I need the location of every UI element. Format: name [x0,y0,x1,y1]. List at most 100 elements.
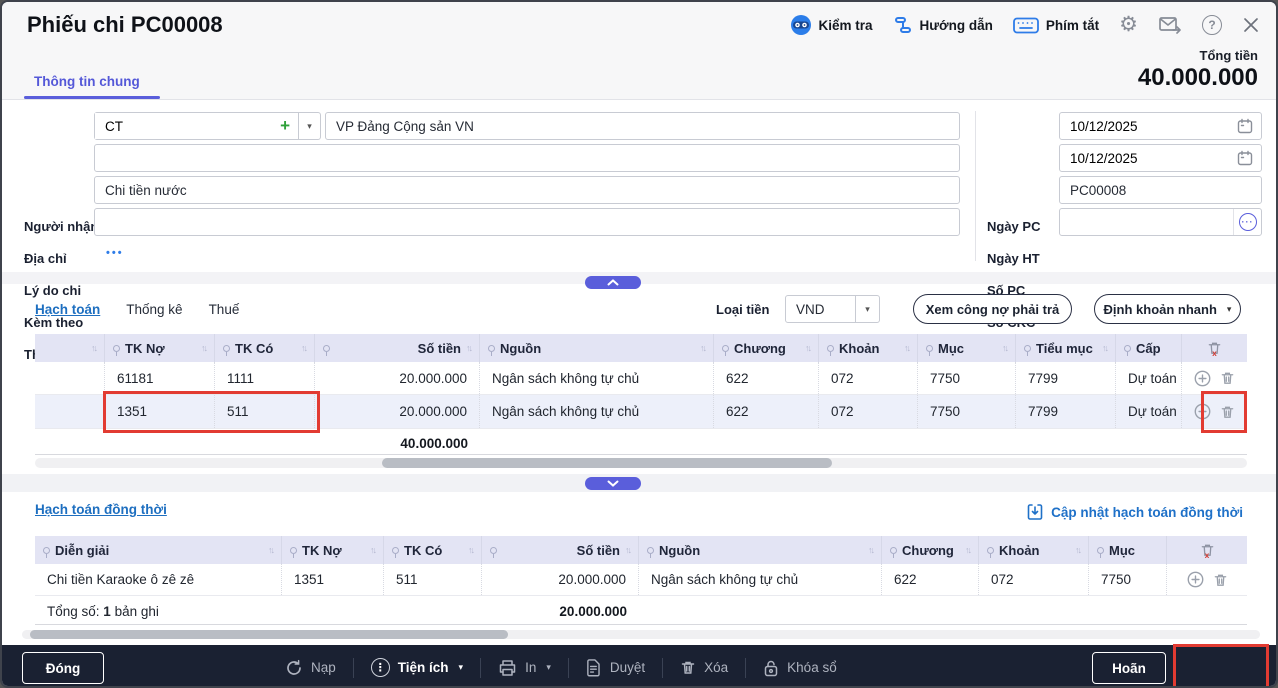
tab-thong-ke[interactable]: Thống kê [126,302,182,317]
pin-icon[interactable] [290,547,297,554]
column-header-khoan[interactable]: Khoản↑↓ [819,334,918,362]
sort-icon[interactable]: ↑↓ [301,343,306,353]
pin-icon[interactable] [488,345,495,352]
pin-icon[interactable] [827,345,834,352]
column-header-tieu-muc[interactable]: Tiểu mục↑↓ [1016,334,1116,362]
column-header-muc[interactable]: Mục [1089,536,1167,564]
column-header-chuong[interactable]: Chương↑↓ [714,334,819,362]
cell-tk-no[interactable]: 1351 [105,395,215,428]
concurrent-section-title[interactable]: Hạch toán đồng thời [35,502,167,517]
pin-icon[interactable] [722,345,729,352]
column-header-muc[interactable]: Mục↑↓ [918,334,1016,362]
reload-button[interactable]: Nạp [285,659,336,677]
pin-icon[interactable] [43,547,50,554]
column-header-tk-co[interactable]: TK Có↑↓ [215,334,315,362]
cell-nguon[interactable]: Ngân sách không tự chủ [639,564,882,595]
cell-so-tien[interactable]: 20.000.000 [315,395,480,428]
tab-hach-toan[interactable]: Hạch toán [35,302,100,317]
lock-button[interactable]: Khóa sổ [763,659,837,677]
sort-icon[interactable]: ↑↓ [370,545,375,555]
scrollbar-thumb[interactable] [382,458,832,468]
cell-tieu-muc[interactable]: 7799 [1016,395,1116,428]
pin-icon[interactable] [926,345,933,352]
sort-icon[interactable]: ↑↓ [868,545,873,555]
cell-tk-co[interactable]: 511 [384,564,482,595]
pin-icon[interactable] [113,345,120,352]
pin-icon[interactable] [1124,345,1131,352]
view-payable-button[interactable]: Xem công nợ phải trả [913,294,1072,324]
tab-general-info[interactable]: Thông tin chung [34,74,140,89]
column-header-delete[interactable]: x [1167,536,1247,564]
quick-entry-button[interactable]: Định khoản nhanh ▾ [1094,294,1241,324]
cell-tk-no[interactable]: 61181 [105,362,215,394]
check-button[interactable]: Kiểm tra [790,14,873,36]
cell-nguon[interactable]: Ngân sách không tự chủ [480,395,714,428]
column-header-khoan[interactable]: Khoản↑↓ [979,536,1089,564]
print-button[interactable]: In ▾ [498,659,551,677]
delete-row-icon[interactable] [1220,404,1235,420]
pin-icon[interactable] [490,547,497,554]
cell-tk-co[interactable]: 511 [215,395,315,428]
add-recipient-icon[interactable]: + [280,113,298,139]
pin-icon[interactable] [392,547,399,554]
cell-chuong[interactable]: 622 [882,564,979,595]
delete-row-icon[interactable] [1213,572,1228,588]
shortcut-button[interactable]: Phím tắt [1013,17,1099,34]
sort-icon[interactable]: ↑↓ [805,343,810,353]
sort-icon[interactable]: ↑↓ [1002,343,1007,353]
recipient-name-input[interactable] [325,112,960,140]
cell-cap[interactable]: Dự toán [1116,395,1182,428]
collapse-up-button[interactable] [585,276,641,289]
sort-icon[interactable]: ↑↓ [91,343,96,353]
sort-icon[interactable]: ↑↓ [700,343,705,353]
update-concurrent-link[interactable]: Cập nhật hạch toán đồng thời [1027,503,1243,521]
add-row-icon[interactable] [1194,370,1211,387]
scrollbar-thumb[interactable] [30,630,508,639]
cell-muc[interactable]: 7750 [1089,564,1167,595]
column-header-tk-no[interactable]: TK Nợ↑↓ [282,536,384,564]
utilities-button[interactable]: ⋮ Tiện ích ▾ [371,658,463,677]
column-header-chuong[interactable]: Chương↑↓ [882,536,979,564]
voucher-number-input[interactable] [1059,176,1262,204]
calendar-icon[interactable] [1237,118,1261,134]
pin-icon[interactable] [1024,345,1031,352]
add-row-icon[interactable] [1187,571,1204,588]
send-mail-icon[interactable] [1158,15,1182,35]
cell-so-tien[interactable]: 20.000.000 [315,362,480,394]
column-header-so-tien[interactable]: Số tiền↑↓ [482,536,639,564]
guide-button[interactable]: Hướng dẫn [893,15,993,35]
column-header-so-tien[interactable]: Số tiền↑↓ [315,334,480,362]
posting-date-input[interactable] [1060,151,1237,166]
sort-icon[interactable]: ↑↓ [466,343,471,353]
column-header-cap[interactable]: Cấp [1116,334,1182,362]
add-row-icon[interactable] [1194,403,1211,420]
column-header-dien-giai[interactable]: Diễn giải↑↓ [35,536,282,564]
cell-khoan[interactable]: 072 [979,564,1089,595]
column-header-delete[interactable]: x [1182,334,1247,362]
collapse-down-button[interactable] [585,477,641,490]
pin-icon[interactable] [890,547,897,554]
sort-icon[interactable]: ↑↓ [1075,545,1080,555]
sort-icon[interactable]: ↑↓ [468,545,473,555]
cell-so-tien[interactable]: 20.000.000 [482,564,639,595]
sort-icon[interactable]: ↑↓ [268,545,273,555]
delete-row-icon[interactable] [1220,370,1235,386]
currency-select[interactable]: VND ▾ [785,295,880,323]
cell-tk-no[interactable]: 1351 [282,564,384,595]
cell-chuong[interactable]: 622 [714,362,819,394]
column-header-select[interactable]: ↑↓ [35,334,105,362]
help-icon[interactable]: ? [1202,15,1222,35]
reason-input[interactable] [94,176,960,204]
sort-icon[interactable]: ↑↓ [965,545,970,555]
sort-icon[interactable]: ↑↓ [904,343,909,353]
sort-icon[interactable]: ↑↓ [201,343,206,353]
cell-nguon[interactable]: Ngân sách không tự chủ [480,362,714,394]
sort-icon[interactable]: ↑↓ [625,545,630,555]
approve-button[interactable]: Duyệt [586,659,645,677]
ckc-more-button[interactable]: ··· [1233,209,1261,235]
tab-thue[interactable]: Thuế [209,302,240,317]
cell-muc[interactable]: 7750 [918,362,1016,394]
delete-button[interactable]: Xóa [680,659,728,676]
column-header-tk-no[interactable]: TK Nợ↑↓ [105,334,215,362]
cell-tk-co[interactable]: 1111 [215,362,315,394]
